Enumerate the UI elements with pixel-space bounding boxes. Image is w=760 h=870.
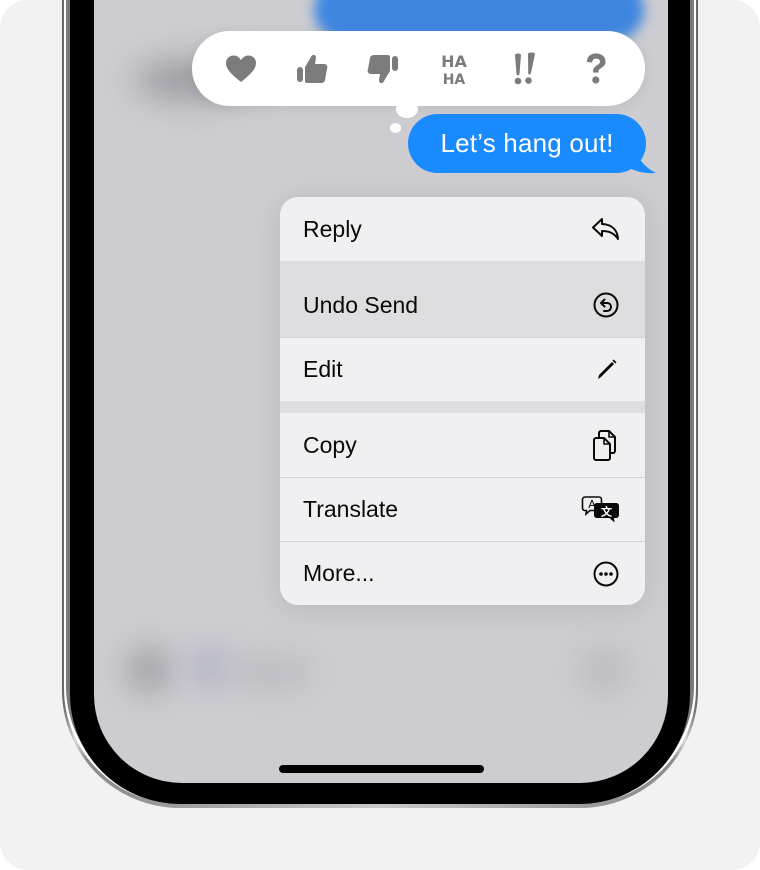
blurred-camera-icon [124, 645, 174, 695]
copy-documents-icon [591, 430, 621, 461]
undo-circle-icon [591, 290, 621, 320]
menu-item-label: Copy [303, 431, 357, 458]
message-context-menu: Reply Undo Send Edit Copy Translate A 文 … [280, 197, 645, 605]
reaction-thumbs-down[interactable] [362, 48, 404, 90]
reaction-heart[interactable] [220, 48, 262, 90]
menu-item-label: More... [303, 560, 375, 586]
reaction-bar-tail-small [390, 123, 401, 133]
ellipsis-circle-icon [591, 559, 621, 589]
menu-item-label: Undo Send [303, 291, 419, 318]
double-exclamation-icon [514, 52, 535, 84]
menu-item-label: Translate [303, 496, 399, 522]
message-text: Let’s hang out! [440, 128, 614, 158]
haha-bottom-text: HA [443, 72, 466, 87]
reaction-haha[interactable]: HA HA [433, 48, 475, 90]
haha-icon: HA HA [441, 52, 467, 87]
menu-group-separator [280, 401, 645, 413]
menu-item-copy[interactable]: Copy [280, 413, 645, 477]
home-indicator[interactable] [279, 765, 484, 773]
reaction-bar-tail-large [396, 100, 418, 118]
menu-item-translate[interactable]: Translate A文 [280, 478, 645, 541]
reaction-question[interactable] [575, 48, 617, 90]
reaction-thumbs-up[interactable] [291, 48, 333, 90]
menu-item-label: Reply [303, 215, 362, 242]
blurred-audio-icon [579, 645, 629, 695]
menu-item-label: Edit [303, 356, 343, 382]
menu-item-more[interactable]: More... [280, 542, 645, 605]
tapback-reaction-bar: HA HA [192, 31, 645, 106]
svg-text:文: 文 [601, 504, 613, 518]
question-mark-icon [586, 53, 606, 84]
menu-item-edit[interactable]: Edit [280, 338, 645, 401]
blurred-message-field [224, 655, 314, 690]
thumbs-down-icon [367, 54, 399, 83]
menu-item-undo-send[interactable]: Undo Send [280, 273, 645, 337]
message-bubble[interactable]: Let’s hang out! [408, 114, 646, 173]
reaction-emphasize[interactable] [504, 48, 546, 90]
pencil-icon [591, 355, 621, 385]
reply-arrow-icon [591, 214, 621, 244]
menu-item-reply[interactable]: Reply [280, 197, 645, 261]
blurred-appstore-icon [189, 645, 229, 690]
heart-icon [226, 55, 257, 82]
translate-bubbles-icon: A文 [581, 495, 621, 525]
thumbs-up-icon [297, 54, 328, 83]
illustration-card: HA HA Let’s hang out! Reply Undo Send Ed… [0, 0, 760, 870]
haha-top-text: HA [441, 52, 467, 71]
